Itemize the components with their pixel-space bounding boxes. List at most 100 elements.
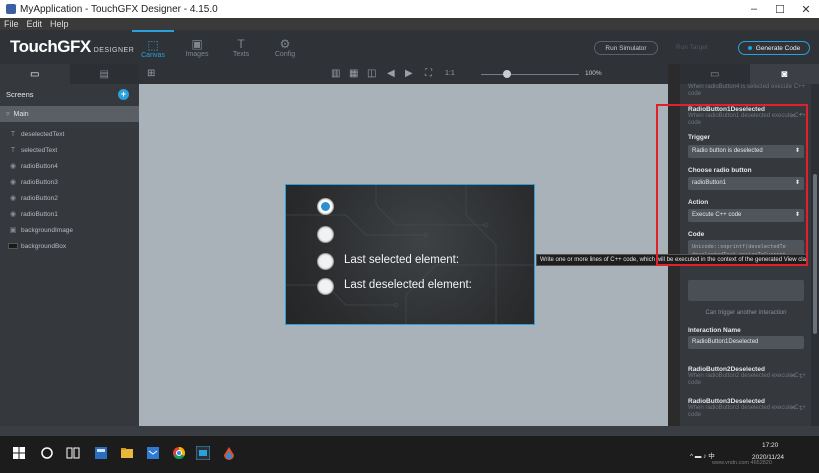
close-button[interactable]: ✕	[793, 3, 819, 16]
screen-preview[interactable]: Last selected element: Last deselected e…	[285, 184, 535, 325]
run-target-button[interactable]: Run Target	[676, 44, 708, 51]
widget-name: radioButton1	[21, 210, 58, 218]
file-explorer-icon[interactable]	[120, 446, 134, 460]
zoom-slider-track[interactable]	[481, 74, 579, 75]
tab-images[interactable]: ▣ Images	[176, 30, 218, 64]
extra-field[interactable]	[688, 280, 804, 301]
tab-canvas[interactable]: ⬚ Canvas	[132, 30, 174, 64]
interaction-name: RadioButton2Deselected	[688, 366, 765, 373]
interaction-name-input[interactable]: RadioButton1Deselected	[688, 336, 804, 349]
radio-button-icon: ◉	[9, 211, 17, 218]
group-icon[interactable]: ◫	[367, 68, 376, 79]
run-simulator-button[interactable]: Run Simulator	[594, 41, 658, 55]
left-panel: ▭ ▤ Screens + ▿ Main T deselectedText T …	[0, 64, 139, 426]
canvas-icon: ⬚	[147, 37, 159, 52]
radio-button-4[interactable]	[317, 278, 334, 295]
menu-edit[interactable]: Edit	[27, 19, 43, 29]
deselected-text: Last deselected element:	[344, 279, 472, 291]
actual-size-icon[interactable]: 1:1	[445, 70, 455, 77]
interaction-item-radio2[interactable]: RadioButton2Deselected When radioButton2…	[688, 366, 806, 387]
widget-item[interactable]: ◉ radioButton4	[0, 158, 139, 174]
maximize-button[interactable]: ☐	[767, 3, 793, 16]
selected-text: Last selected element:	[344, 254, 460, 266]
widget-name: radioButton4	[21, 162, 58, 170]
box-icon	[8, 243, 18, 249]
tab-screens-view[interactable]: ▭	[0, 64, 70, 84]
widget-name: deselectedText	[21, 130, 65, 138]
menu-help[interactable]: Help	[50, 19, 69, 29]
interactions-icon: ◙	[781, 68, 788, 80]
tray-icons[interactable]: ^ ▬ ♪ 中	[690, 450, 715, 460]
interaction-name-label: Interaction Name	[688, 327, 741, 334]
scrollbar-thumb[interactable]	[813, 174, 817, 334]
tab-config[interactable]: ⚙ Config	[264, 30, 306, 64]
tab-texts[interactable]: T Texts	[220, 30, 262, 64]
interaction-name-value: RadioButton1Deselected	[692, 339, 759, 345]
windows-start-icon[interactable]	[12, 446, 26, 460]
title-bar: MyApplication - TouchGFX Designer - 4.15…	[0, 0, 819, 18]
task-view-icon[interactable]	[66, 446, 80, 460]
search-icon[interactable]	[40, 446, 54, 460]
interaction-item-previous[interactable]: When radioButton4 is selected execute C+…	[688, 84, 806, 98]
generate-code-label: Generate Code	[755, 44, 801, 52]
highlight-box	[656, 104, 808, 266]
app-icon-blue[interactable]	[94, 446, 108, 460]
generate-code-button[interactable]: Generate Code	[738, 41, 810, 55]
properties-scrollbar[interactable]	[811, 84, 819, 426]
radio-button-1[interactable]	[317, 198, 334, 215]
redo-icon[interactable]: ▶	[405, 68, 413, 79]
watermark: www.vndn.com 4652820	[712, 460, 772, 466]
generate-code-dot-icon	[747, 46, 752, 50]
widget-name: selectedText	[21, 146, 58, 154]
clock-time[interactable]: 17:20	[762, 442, 778, 449]
chrome-icon[interactable]	[172, 446, 186, 460]
tab-containers-view[interactable]: ▤	[70, 64, 140, 84]
status-strip	[0, 426, 819, 436]
fit-icon[interactable]: ⛶	[425, 68, 432, 79]
widget-item[interactable]: T deselectedText	[0, 126, 139, 142]
image-icon: ▣	[9, 227, 17, 234]
align-icon[interactable]: ▥	[331, 68, 340, 79]
delete-interaction-icon[interactable]: ✕ ⌄	[790, 404, 804, 412]
widget-item[interactable]: ◉ radioButton1	[0, 206, 139, 222]
tab-images-label: Images	[185, 50, 209, 58]
widget-item[interactable]: ▣ backgroundImage	[0, 222, 139, 238]
tab-properties[interactable]: ▭	[680, 64, 750, 84]
canvas-toolbar: ⊞ ▥ ▦ ◫ ◀ ▶ ⛶ 1:1 100%	[139, 64, 668, 84]
radio-button-3[interactable]	[317, 253, 334, 270]
radio-button-2[interactable]	[317, 226, 334, 243]
widget-item[interactable]: backgroundBox	[0, 238, 139, 254]
mail-icon[interactable]	[146, 446, 160, 460]
menu-file[interactable]: File	[4, 19, 19, 29]
undo-icon[interactable]: ◀	[387, 68, 395, 79]
widget-item[interactable]: ◉ radioButton3	[0, 174, 139, 190]
texts-icon: T	[237, 36, 245, 51]
widget-item[interactable]: T selectedText	[0, 142, 139, 158]
left-panel-tabs: ▭ ▤	[0, 64, 139, 84]
add-screen-button[interactable]: +	[118, 88, 129, 100]
logo-sub: DESIGNER	[93, 47, 135, 54]
zoom-slider-handle[interactable]	[503, 70, 512, 78]
interaction-desc: When radioButton2 deselected execute C++…	[688, 373, 806, 386]
widget-name: backgroundBox	[21, 242, 67, 250]
widget-tree: T deselectedText T selectedText ◉ radioB…	[0, 126, 139, 254]
add-widget-icon[interactable]: ⊞	[147, 68, 155, 79]
color-drop-icon[interactable]	[222, 446, 236, 460]
tab-interactions[interactable]: ◙	[749, 64, 819, 84]
screen-view-icon: ▭	[30, 68, 40, 80]
widget-name: backgroundImage	[21, 226, 74, 234]
distribute-icon[interactable]: ▦	[349, 68, 358, 79]
widget-item[interactable]: ◉ radioButton2	[0, 190, 139, 206]
interaction-item-radio3[interactable]: RadioButton3Deselected When radioButton3…	[688, 398, 806, 419]
images-icon: ▣	[191, 36, 203, 51]
window-title: MyApplication - TouchGFX Designer - 4.15…	[20, 3, 218, 15]
screen-item-main[interactable]: ▿ Main	[0, 106, 139, 122]
screen-name: Main	[13, 110, 29, 118]
app-icon	[6, 4, 16, 14]
zoom-level: 100%	[585, 70, 602, 77]
minimize-button[interactable]: –	[741, 3, 767, 15]
interaction-desc: When radioButton3 deselected execute C++…	[688, 405, 806, 418]
touchgfx-taskbar-icon[interactable]	[196, 446, 210, 460]
touchgfx-logo: TouchGFX DESIGNER	[0, 37, 134, 57]
delete-interaction-icon[interactable]: ✕ ⌄	[790, 372, 804, 380]
